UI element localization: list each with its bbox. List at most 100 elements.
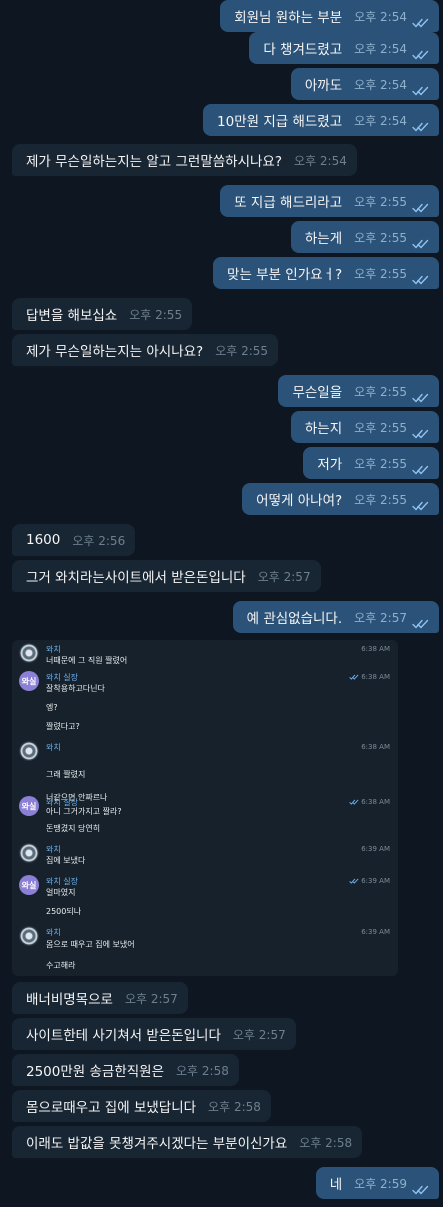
message-text: 회원님 원하는 부분 [234,10,343,26]
message-time: 오후 2:55 [354,230,407,245]
screenshot-message-text: 너때문에 그 직원 짤렸어 [46,656,128,665]
message-time: 오후 2:57 [257,569,311,584]
read-check-icon [412,117,429,132]
watch-avatar-icon [19,926,39,946]
screenshot-message-time: 6:39 AM [349,877,390,885]
outgoing-message-bubble[interactable]: 회원님 원하는 부분 오후 2:54 [220,0,439,32]
screenshot-message-text: 몸으로 때우고 집에 보냈어 [46,940,135,949]
message-time: 오후 2:54 [354,9,407,24]
outgoing-message-bubble[interactable]: 맞는 부분 인가요ㅓ? 오후 2:55 [213,257,439,289]
message-time: 오후 2:59 [354,1176,407,1191]
outgoing-message-bubble[interactable]: 저가 오후 2:55 [303,447,439,479]
screenshot-message-time: 6:39 AM [361,845,390,853]
message-time: 오후 2:55 [354,384,407,399]
sender-name: 와치 실장 [46,877,78,886]
message-text: 하는지 [304,421,343,437]
screenshot-message-text: 엥? [46,703,58,712]
message-time: 오후 2:57 [232,1027,286,1042]
message-text: 어떻게 아나여? [256,493,343,509]
read-check-icon [412,13,429,28]
message-text: 2500만원 송금한직원은 [26,1064,165,1080]
incoming-message-bubble[interactable]: 제가 무슨일하는지는 알고 그런말씀하시나요? 오후 2:54 [12,144,357,176]
message-text: 사이트한테 사기쳐서 받은돈입니다 [26,1028,221,1044]
incoming-message-bubble[interactable]: 2500만원 송금한직원은 오후 2:58 [12,1054,239,1086]
read-check-icon [412,496,429,511]
manager-avatar-badge: 와실 [19,796,39,816]
message-text: 하는게 [304,231,343,247]
message-text: 예 관심없습니다. [246,611,343,627]
message-time: 오후 2:55 [354,194,407,209]
manager-avatar-badge: 와실 [19,875,39,895]
sender-name: 와치 [46,743,61,752]
outgoing-message-bubble[interactable]: 하는게 오후 2:55 [290,221,439,253]
message-time: 오후 2:54 [354,113,407,128]
message-time: 오후 2:55 [354,266,407,281]
message-time: 오후 2:55 [354,420,407,435]
incoming-message-bubble[interactable]: 몸으로때우고 집에 보냈답니다 오후 2:58 [12,1090,271,1122]
incoming-message-bubble[interactable]: 배너비명목으로 오후 2:57 [12,982,188,1014]
message-text: 제가 무슨일하는지는 알고 그런말씀하시나요? [26,154,283,170]
incoming-message-bubble[interactable]: 이래도 밥값을 못챙겨주시겠다는 부분이신가요 오후 2:58 [12,1126,363,1158]
message-text: 무슨일을 [292,385,343,401]
message-text: 저가 [317,457,343,473]
outgoing-message-bubble[interactable]: 네 오후 2:59 [315,1167,439,1199]
screenshot-message-text: 아니 그거가지고 짤라? [46,807,122,816]
screenshot-message-text: 잘착용하고다닌다 [46,684,105,693]
screenshot-message-time: 6:39 AM [361,928,390,936]
message-time: 오후 2:54 [294,153,347,168]
outgoing-message-bubble[interactable]: 다 챙겨드렸고 오후 2:54 [249,32,439,64]
screenshot-message-time: 6:38 AM [349,798,390,806]
outgoing-message-bubble[interactable]: 어떻게 아나여? 오후 2:55 [242,483,439,515]
sender-name: 와치 [46,928,61,937]
message-text: 답변을 해보십쇼 [26,308,118,324]
read-check-icon [412,270,429,285]
message-time: 오후 2:55 [354,492,407,507]
screenshot-message-text: 2500되나 [46,907,82,916]
read-check-icon [412,81,429,96]
read-check-icon [412,234,429,249]
message-text: 아까도 [304,78,343,94]
sender-name: 와치 [46,645,61,654]
outgoing-message-bubble[interactable]: 예 관심없습니다. 오후 2:57 [232,601,439,633]
incoming-message-bubble[interactable]: 제가 무슨일하는지는 아시나요? 오후 2:55 [12,334,279,366]
screenshot-message-text: 그래 짤렸지 [46,770,86,779]
sender-name: 와치 [46,845,61,854]
screenshot-message-text: 돈땡겼지 당연히 [46,824,101,833]
incoming-message-bubble[interactable]: 답변을 해보십쇼 오후 2:55 [12,298,193,330]
message-text: 그거 와치라는사이트에서 받은돈입니다 [26,570,246,586]
outgoing-message-bubble[interactable]: 무슨일을 오후 2:55 [278,375,439,407]
screenshot-message-text: 수고해라 [46,961,76,970]
read-check-icon [412,1180,429,1195]
watch-avatar-icon [19,843,39,863]
incoming-message-bubble[interactable]: 1600 오후 2:56 [12,524,136,556]
screenshot-message-text: 집에 보냈다 [46,856,86,865]
screenshot-message-time: 6:38 AM [361,645,390,653]
message-time: 오후 2:57 [354,610,407,625]
forwarded-screenshot-image[interactable]: 와치 6:38 AM 너때문에 그 직원 짤렸어 와실 와치 실장 6:38 AM 잘착용하… [12,640,398,976]
read-check-icon [412,388,429,403]
message-time: 오후 2:55 [354,456,407,471]
outgoing-message-bubble[interactable]: 하는지 오후 2:55 [290,411,439,443]
message-text: 네 [329,1177,343,1193]
outgoing-message-bubble[interactable]: 10만원 지급 해드렸고 오후 2:54 [203,104,439,136]
message-time: 오후 2:58 [299,1135,353,1150]
message-time: 오후 2:58 [208,1099,261,1114]
message-time: 오후 2:54 [354,41,407,56]
message-text: 10만원 지급 해드렸고 [217,114,343,130]
read-check-icon [412,424,429,439]
message-text: 또 지급 해드리라고 [234,195,343,211]
screenshot-message-time: 6:38 AM [361,743,390,751]
incoming-message-bubble[interactable]: 그거 와치라는사이트에서 받은돈입니다 오후 2:57 [12,560,321,592]
screenshot-message-text: 짤렸다고? [46,722,80,731]
message-time: 오후 2:54 [354,77,407,92]
outgoing-message-bubble[interactable]: 아까도 오후 2:54 [290,68,439,100]
read-check-icon [412,198,429,213]
message-text: 몸으로때우고 집에 보냈답니다 [26,1100,197,1116]
message-text: 배너비명목으로 [26,992,113,1008]
message-time: 오후 2:55 [215,343,269,358]
incoming-message-bubble[interactable]: 사이트한테 사기쳐서 받은돈입니다 오후 2:57 [12,1018,296,1050]
screenshot-message-time: 6:38 AM [349,673,390,681]
message-text: 이래도 밥값을 못챙겨주시겠다는 부분이신가요 [26,1136,288,1152]
message-text: 1600 [26,532,61,548]
outgoing-message-bubble[interactable]: 또 지급 해드리라고 오후 2:55 [220,185,439,217]
